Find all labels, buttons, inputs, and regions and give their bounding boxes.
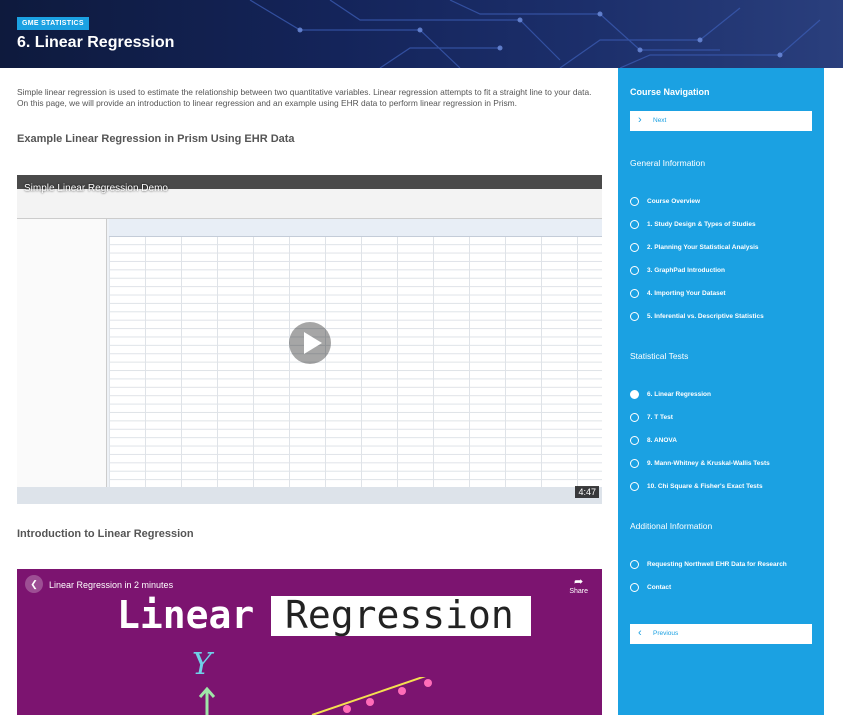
radio-icon xyxy=(630,312,639,321)
nav-item-label: 4. Importing Your Dataset xyxy=(647,290,726,297)
demo-video-player[interactable]: Simple Linear Regression Demo 4:47 xyxy=(17,175,602,504)
nav-item-label: 7. T Test xyxy=(647,414,673,421)
radio-icon xyxy=(630,197,639,206)
radio-icon xyxy=(630,459,639,468)
video-word-linear: Linear xyxy=(117,593,255,637)
main-content: Simple linear regression is used to esti… xyxy=(17,68,602,715)
share-label: Share xyxy=(569,588,588,595)
next-button[interactable]: › Next xyxy=(630,111,812,131)
channel-avatar-icon[interactable]: ❮ xyxy=(25,575,43,593)
play-icon[interactable] xyxy=(288,321,332,365)
video-duration: 4:47 xyxy=(575,486,599,498)
nav-item-label: Requesting Northwell EHR Data for Resear… xyxy=(647,561,787,568)
nav-item-label: 2. Planning Your Statistical Analysis xyxy=(647,244,759,251)
next-label: Next xyxy=(653,117,667,124)
data-table-grid xyxy=(109,219,602,487)
previous-label: Previous xyxy=(653,630,679,637)
radio-icon xyxy=(630,413,639,422)
previous-button[interactable]: ‹ Previous xyxy=(630,624,812,644)
nav-item-label: 6. Linear Regression xyxy=(647,391,711,398)
nav-item-label: 10. Chi Square & Fisher's Exact Tests xyxy=(647,483,763,490)
video-title[interactable]: Linear Regression in 2 minutes xyxy=(49,580,173,590)
share-button[interactable]: ➦ Share xyxy=(569,575,588,595)
category-badge[interactable]: GME STATISTICS xyxy=(17,17,89,30)
radio-icon xyxy=(630,266,639,275)
radio-selected-icon xyxy=(630,390,639,399)
nav-item-label: Contact xyxy=(647,584,672,591)
nav-item-label: 1. Study Design & Types of Studies xyxy=(647,221,756,228)
page-title: 6. Linear Regression xyxy=(17,34,175,51)
course-sidebar: Course Navigation › Next General Informa… xyxy=(618,68,824,715)
nav-item-label: 3. GraphPad Introduction xyxy=(647,267,726,274)
column-headers xyxy=(109,219,602,237)
radio-icon xyxy=(630,289,639,298)
intro-video-player[interactable]: ❮ Linear Regression in 2 minutes ➦ Share… xyxy=(17,569,602,715)
radio-icon xyxy=(630,560,639,569)
nav-item-label: 9. Mann-Whitney & Kruskal-Wallis Tests xyxy=(647,460,770,467)
taskbar xyxy=(17,487,602,504)
radio-icon xyxy=(630,220,639,229)
video-title[interactable]: Simple Linear Regression Demo xyxy=(24,183,168,194)
general-information-heading: General Information xyxy=(630,158,706,168)
radio-icon xyxy=(630,436,639,445)
radio-icon xyxy=(630,482,639,491)
chevron-left-icon: ‹ xyxy=(638,627,642,639)
example-heading: Example Linear Regression in Prism Using… xyxy=(17,133,295,145)
video-word-regression: Regression xyxy=(285,593,514,637)
radio-icon xyxy=(630,243,639,252)
share-icon: ➦ xyxy=(574,576,584,588)
nav-item-label: 5. Inferential vs. Descriptive Statistic… xyxy=(647,313,764,320)
intro-heading: Introduction to Linear Regression xyxy=(17,528,194,540)
navigator-panel xyxy=(17,219,107,487)
chevron-right-icon: › xyxy=(638,114,642,126)
additional-information-heading: Additional Information xyxy=(630,521,713,531)
nav-item-label: 8. ANOVA xyxy=(647,437,677,444)
nav-item-label: Course Overview xyxy=(647,198,701,205)
course-navigation-heading: Course Navigation xyxy=(630,87,710,97)
intro-paragraph: Simple linear regression is used to esti… xyxy=(17,87,592,108)
regression-illustration xyxy=(198,677,432,715)
statistical-tests-heading: Statistical Tests xyxy=(630,351,689,361)
header-banner: GME STATISTICS 6. Linear Regression xyxy=(0,0,843,68)
radio-icon xyxy=(630,583,639,592)
